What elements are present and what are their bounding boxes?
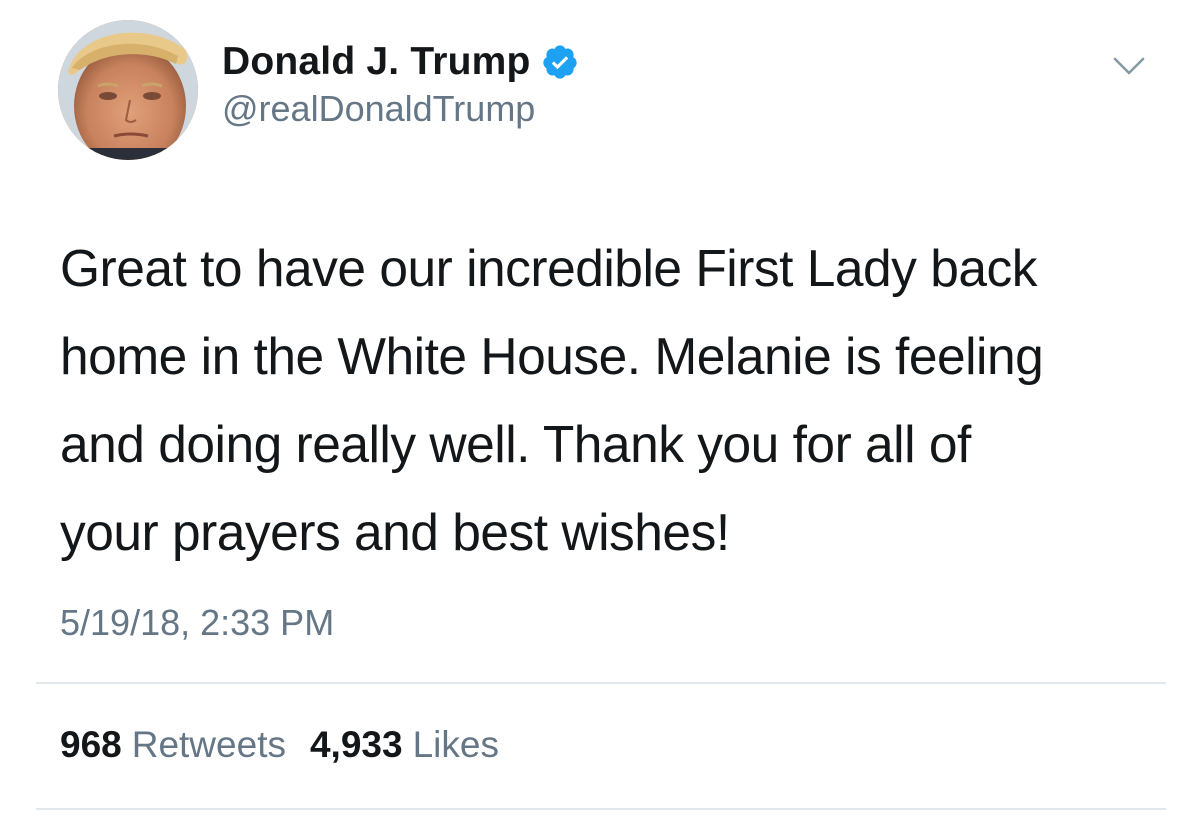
avatar[interactable] [58, 20, 198, 160]
tweet-text-line: and doing really well. Thank you for all… [60, 415, 971, 473]
tweet-text-line: home in the White House. Melanie is feel… [60, 327, 1044, 385]
likes-stat[interactable]: 4,933 Likes [310, 724, 499, 766]
retweets-label: Retweets [131, 724, 286, 765]
display-name[interactable]: Donald J. Trump [222, 40, 531, 84]
tweet-stats: 968 Retweets 4,933 Likes [60, 724, 523, 766]
retweets-count: 968 [60, 724, 122, 765]
verified-badge-icon [541, 43, 579, 81]
tweet-card: Donald J. Trump @realDonaldTrump Great t… [0, 0, 1200, 832]
divider [36, 808, 1166, 810]
tweet-text: Great to have our incredible First Lady … [60, 224, 1160, 576]
tweet-text-line: your prayers and best wishes! [60, 503, 730, 561]
divider [36, 682, 1166, 684]
retweets-stat[interactable]: 968 Retweets [60, 724, 286, 766]
user-handle[interactable]: @realDonaldTrump [222, 88, 535, 130]
likes-count: 4,933 [309, 724, 403, 765]
user-name-row[interactable]: Donald J. Trump [222, 36, 579, 88]
likes-label: Likes [412, 724, 499, 765]
chevron-down-icon[interactable] [1112, 54, 1146, 78]
avatar-image [58, 20, 198, 160]
tweet-timestamp[interactable]: 5/19/18, 2:33 PM [60, 602, 334, 644]
tweet-text-line: Great to have our incredible First Lady … [60, 239, 1038, 297]
